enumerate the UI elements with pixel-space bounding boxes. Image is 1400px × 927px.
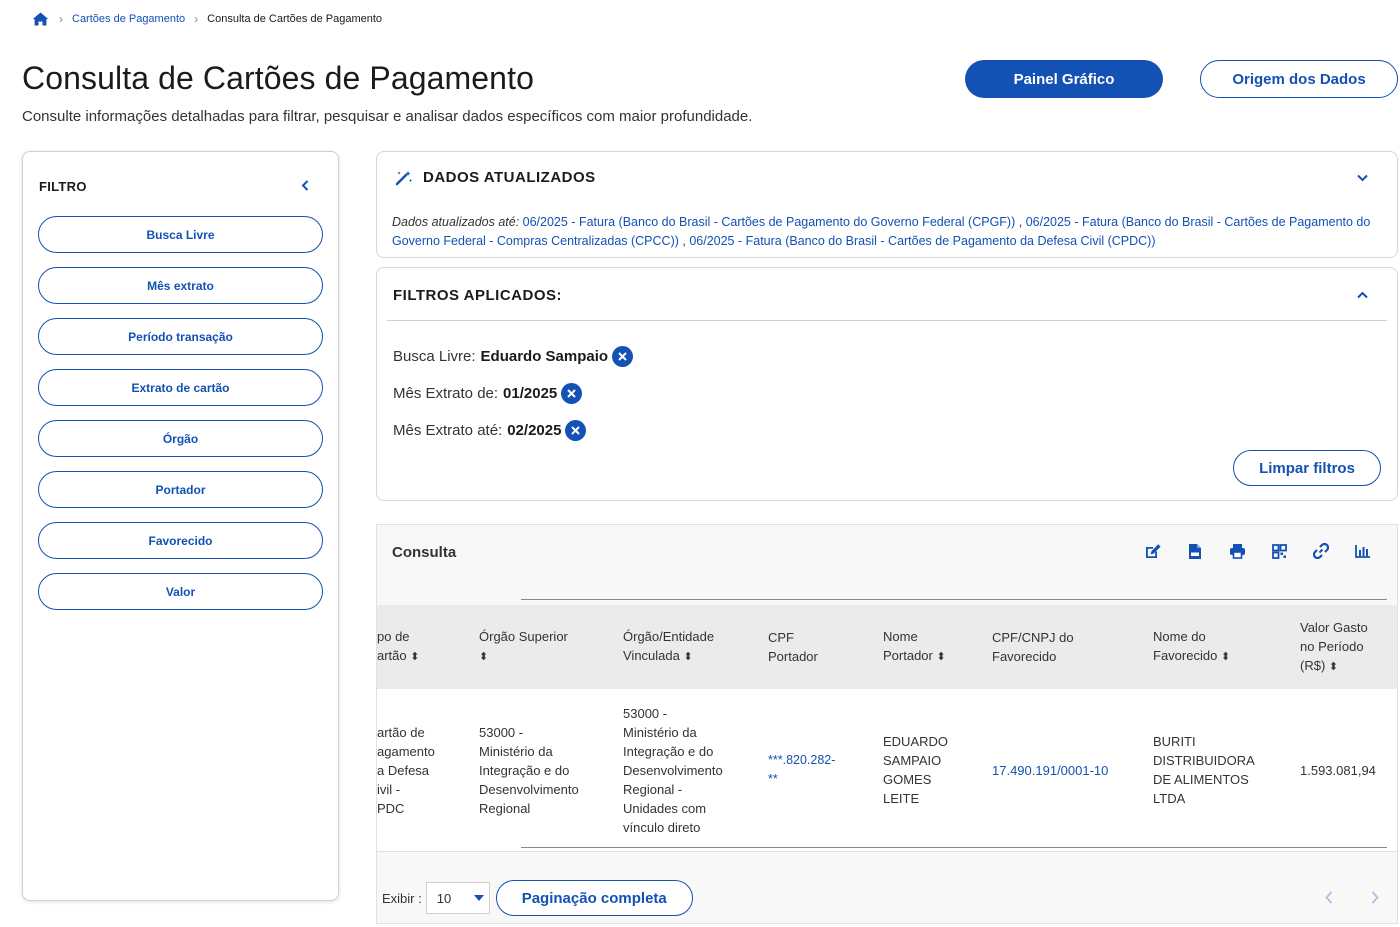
applied-filter-value: Eduardo Sampaio (480, 348, 609, 365)
filter-orgao-button[interactable]: Órgão (38, 420, 323, 457)
paginacao-completa-button[interactable]: Paginação completa (495, 880, 693, 916)
column-header-nome-portador[interactable]: Nome Portador ⬍ (883, 605, 983, 689)
sort-icon[interactable]: ⬍ (479, 651, 488, 663)
column-header-nome-favorecido[interactable]: Nome do Favorecido ⬍ (1153, 605, 1273, 689)
dados-entry-cpdc: 06/2025 - Fatura (Banco do Brasil - Cart… (689, 234, 1156, 248)
chevron-up-icon[interactable] (1355, 288, 1369, 302)
filter-title: FILTRO (39, 179, 87, 194)
sort-icon[interactable]: ⬍ (1221, 651, 1230, 663)
applied-filter-value: 02/2025 (507, 422, 562, 439)
caret-down-icon (473, 895, 484, 901)
origem-dados-button[interactable]: Origem dos Dados (1200, 60, 1398, 98)
remove-filter-icon[interactable] (612, 346, 634, 367)
dados-atualizados-card: DADOS ATUALIZADOS Dados atualizados até:… (376, 151, 1398, 258)
table-header: po de artão ⬍ Órgão Superior ⬍ Órgão/Entid… (377, 605, 1397, 689)
page-size-value: 10 (436, 890, 452, 906)
chevron-left-icon[interactable] (298, 178, 312, 192)
page-size-select[interactable]: 10 (425, 882, 490, 914)
chevron-down-icon[interactable] (1355, 171, 1369, 185)
sort-icon[interactable]: ⬍ (684, 651, 693, 663)
column-header-orgao-superior[interactable]: Órgão Superior ⬍ (479, 605, 609, 689)
pagination: Exibir : 10 Paginação completa (382, 880, 693, 916)
filter-favorecido-button[interactable]: Favorecido (38, 522, 323, 559)
cell-tipo-cartao: artão de agamento a Defesa ivil - PDC (377, 724, 435, 816)
filter-valor-button[interactable]: Valor (38, 573, 323, 610)
applied-filter-label: Mês Extrato de: (393, 385, 499, 402)
applied-filter-value: 01/2025 (503, 385, 558, 402)
column-header-orgao-entidade[interactable]: Órgão/Entidade Vinculada ⬍ (623, 605, 753, 689)
cell-orgao-entidade: 53000 - Ministério da Integração e do Desen… (623, 705, 723, 835)
applied-filter-label: Busca Livre: (393, 348, 476, 365)
csv-file-icon[interactable] (1185, 542, 1205, 560)
column-header-tipo-cartao[interactable]: po de artão ⬍ (377, 605, 467, 689)
breadcrumb-link-cartoes[interactable]: Cartões de Pagamento (72, 13, 185, 25)
link-icon[interactable] (1311, 542, 1331, 560)
sort-icon[interactable]: ⬍ (1329, 661, 1338, 673)
cell-cpf-portador[interactable]: ***.820.282- ** (768, 689, 868, 851)
dados-label: Dados atualizados até: (392, 215, 520, 229)
applied-filter-busca-livre: Busca Livre: Eduardo Sampaio (393, 346, 634, 367)
column-header-cpf-portador: CPF Portador (768, 630, 818, 664)
remove-filter-icon[interactable] (561, 383, 583, 404)
filter-periodo-transacao-button[interactable]: Período transação (38, 318, 323, 355)
dados-atualizados-header[interactable]: DADOS ATUALIZADOS (395, 169, 596, 186)
previous-page-icon[interactable] (1322, 889, 1336, 905)
filter-extrato-cartao-button[interactable]: Extrato de cartão (38, 369, 323, 406)
breadcrumb: › Cartões de Pagamento › Consulta de Car… (32, 10, 382, 28)
dados-entry-cpgf: 06/2025 - Fatura (Banco do Brasil - Cart… (522, 215, 1016, 229)
applied-filter-label: Mês Extrato até: (393, 422, 503, 439)
filter-panel: FILTRO Busca Livre Mês extrato Período t… (22, 151, 339, 901)
consulta-toolbar (1121, 542, 1373, 560)
limpar-filtros-button[interactable]: Limpar filtros (1233, 450, 1381, 486)
edit-icon[interactable] (1143, 542, 1163, 560)
cell-orgao-superior: 53000 - Ministério da Integração e do Desen… (479, 724, 579, 816)
chevron-right-icon: › (59, 12, 63, 26)
column-header-cpf-cnpj-favorecido: CPF/CNPJ do Favorecido (992, 630, 1074, 664)
print-icon[interactable] (1227, 542, 1247, 560)
page-title: Consulta de Cartões de Pagamento (22, 60, 534, 96)
consulta-title: Consulta (392, 544, 457, 561)
applied-filter-mes-de: Mês Extrato de: 01/2025 (393, 383, 583, 404)
cell-nome-portador: EDUARDO SAMPAIO GOMES LEITE (883, 734, 949, 806)
filtros-aplicados-card: FILTROS APLICADOS: Busca Livre: Eduardo … (376, 267, 1398, 501)
divider (521, 847, 1387, 848)
chevron-right-icon: › (194, 12, 199, 26)
filtros-aplicados-title: FILTROS APLICADOS: (393, 287, 562, 304)
cell-nome-favorecido: BURITI DISTRIBUIDORA DE ALIMENTOS LTDA (1153, 734, 1255, 806)
next-page-icon[interactable] (1368, 889, 1382, 905)
filter-busca-livre-button[interactable]: Busca Livre (38, 216, 323, 253)
divider (377, 851, 1397, 852)
divider (521, 599, 1387, 600)
breadcrumb-current: Consulta de Cartões de Pagamento (207, 13, 383, 25)
column-header-valor-gasto[interactable]: Valor Gasto no Período (R$) ⬍ (1300, 605, 1395, 689)
dados-atualizados-title: DADOS ATUALIZADOS (423, 169, 596, 186)
divider (387, 320, 1387, 321)
cell-valor-gasto: 1.593.081,94 (1300, 762, 1376, 778)
remove-filter-icon[interactable] (565, 420, 587, 441)
filter-portador-button[interactable]: Portador (38, 471, 323, 508)
filter-mes-extrato-button[interactable]: Mês extrato (38, 267, 323, 304)
cell-cnpj-favorecido[interactable]: 17.490.191/0001-10 (992, 689, 1142, 851)
exibir-label: Exibir : (382, 890, 422, 906)
bar-chart-icon[interactable] (1353, 542, 1373, 560)
applied-filter-mes-ate: Mês Extrato até: 02/2025 (393, 420, 587, 441)
qr-code-icon[interactable] (1269, 542, 1289, 560)
painel-grafico-button[interactable]: Painel Gráfico (965, 60, 1163, 98)
page-subtitle: Consulte informações detalhadas para fil… (22, 108, 753, 125)
dados-atualizados-text: Dados atualizados até: 06/2025 - Fatura … (392, 215, 1371, 248)
sort-icon[interactable]: ⬍ (937, 651, 946, 663)
consulta-section: Consulta po de artão ⬍ Órgão Superior ⬍ Ó (376, 524, 1398, 924)
magic-wand-icon (395, 170, 412, 185)
home-icon[interactable] (32, 11, 50, 27)
table-row: artão de agamento a Defesa ivil - PDC 53000 … (377, 689, 1397, 851)
sort-icon[interactable]: ⬍ (410, 651, 419, 663)
